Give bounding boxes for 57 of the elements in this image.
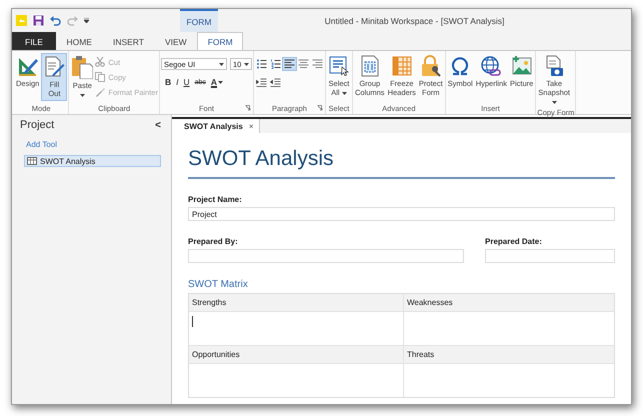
bullet-list-icon[interactable]	[254, 58, 268, 70]
globe-link-icon	[480, 55, 502, 77]
matrix-header: Strengths	[189, 294, 403, 312]
field-label: Project Name:	[188, 195, 243, 204]
section-heading: SWOT Matrix	[188, 279, 249, 290]
collapse-button[interactable]: <	[155, 120, 161, 130]
align-left-icon[interactable]	[282, 58, 296, 70]
ribbon-tab[interactable]: FORM	[197, 32, 244, 50]
ribbon-tab[interactable]: FILE	[12, 32, 56, 50]
bold-button[interactable]: B	[164, 77, 172, 87]
indent-icon[interactable]	[254, 77, 268, 89]
matrix-header: Opportunities	[189, 346, 403, 364]
caret-icon	[218, 80, 224, 84]
document-pencil-icon	[43, 56, 66, 78]
text-field[interactable]	[188, 249, 464, 263]
undo-icon[interactable]	[50, 15, 61, 26]
ruler-pencil-icon	[16, 55, 39, 77]
matrix-header: Threats	[404, 346, 614, 364]
outdent-icon[interactable]	[268, 77, 282, 89]
close-button[interactable]: ×	[248, 122, 254, 130]
dialog-launcher-icon[interactable]	[244, 105, 251, 111]
lock-key-icon	[420, 55, 442, 77]
clipboard-icon	[71, 55, 94, 79]
text-field[interactable]	[485, 249, 615, 263]
context-tab-header: FORM	[180, 9, 218, 32]
document-tab[interactable]: SWOT Analysis ×	[172, 119, 260, 133]
dropdown-caret-icon	[244, 62, 249, 66]
text-field[interactable]: Project	[188, 207, 615, 221]
ribbon-tab[interactable]: VIEW	[154, 32, 198, 50]
window-title: Untitled - Minitab Workspace - [SWOT Analysis]	[324, 16, 504, 26]
field-label: Prepared Date:	[485, 237, 543, 246]
copy-icon	[95, 72, 106, 82]
brush-icon	[95, 87, 106, 97]
grid-icon	[390, 55, 413, 77]
group-columns-icon	[358, 55, 381, 77]
tree-item[interactable]: SWOT Analysis	[24, 155, 161, 167]
table-icon	[27, 157, 37, 165]
color-button[interactable]: A	[210, 77, 224, 87]
dialog-launcher-icon[interactable]	[316, 105, 323, 111]
select-document-icon	[328, 55, 350, 77]
numbered-list-icon[interactable]	[268, 58, 282, 70]
form-heading: SWOT Analysis	[188, 147, 615, 179]
ribbon-tab[interactable]: HOME	[56, 32, 102, 50]
matrix-header: Weaknesses	[404, 294, 614, 312]
save-icon[interactable]	[33, 15, 44, 26]
add-tool-link[interactable]: Add Tool	[26, 140, 57, 149]
landscape-picture-icon	[510, 55, 533, 77]
scissors-icon	[95, 57, 106, 67]
panel-title: Project	[20, 119, 54, 131]
customize-caret-icon[interactable]	[84, 18, 89, 23]
underline-button[interactable]: U	[183, 77, 190, 87]
dropdown-caret-icon	[218, 62, 224, 66]
field-label: Prepared By:	[188, 237, 239, 246]
ribbon-tab[interactable]: INSERT	[102, 32, 154, 50]
align-center-icon[interactable]	[296, 58, 310, 70]
align-right-icon[interactable]	[310, 58, 324, 70]
italic-button[interactable]: I	[176, 77, 178, 87]
